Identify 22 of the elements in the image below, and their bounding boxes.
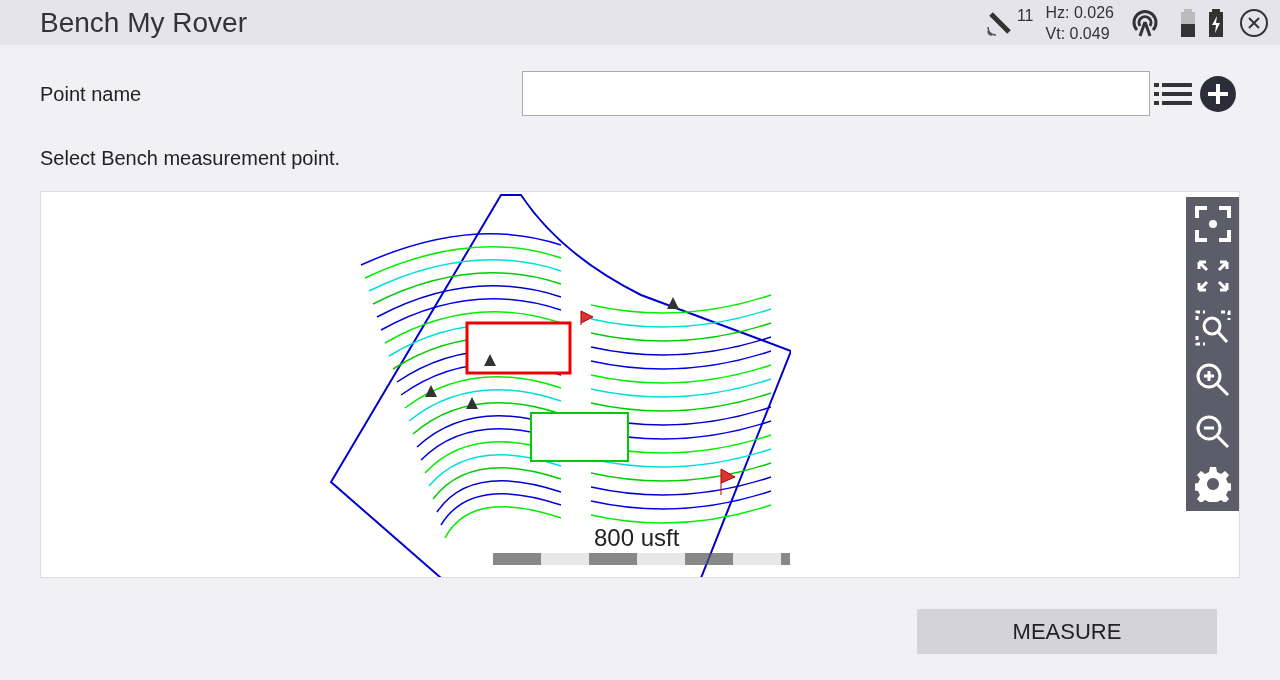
zoom-window-icon[interactable]: [1194, 310, 1231, 346]
map-view[interactable]: 800 usft: [40, 191, 1240, 578]
close-icon: [1248, 16, 1260, 29]
hz-precision: Hz: 0.026: [1045, 2, 1114, 23]
instruction-text: Select Bench measurement point.: [39, 146, 342, 171]
measure-button[interactable]: MEASURE: [917, 609, 1217, 654]
scale-label: 800 usft: [594, 523, 680, 553]
vt-precision: Vt: 0.049: [1045, 23, 1111, 44]
point-name-label: Point name: [40, 81, 143, 107]
point-name-field[interactable]: [522, 71, 1151, 116]
radio-signal-icon: [1130, 7, 1160, 38]
zoom-out-icon[interactable]: [1194, 414, 1231, 450]
battery-icon: [1180, 7, 1196, 38]
window-title: Bench My Rover: [40, 5, 248, 40]
focus-icon[interactable]: [1194, 206, 1231, 242]
list-icon[interactable]: [1154, 80, 1193, 107]
add-icon[interactable]: [1200, 75, 1236, 112]
satellite-count: 11: [1016, 6, 1034, 26]
settings-icon[interactable]: [1194, 466, 1231, 502]
battery-charging-icon: [1208, 7, 1224, 38]
close-button[interactable]: [1240, 8, 1268, 37]
zoom-in-icon[interactable]: [1194, 362, 1231, 398]
